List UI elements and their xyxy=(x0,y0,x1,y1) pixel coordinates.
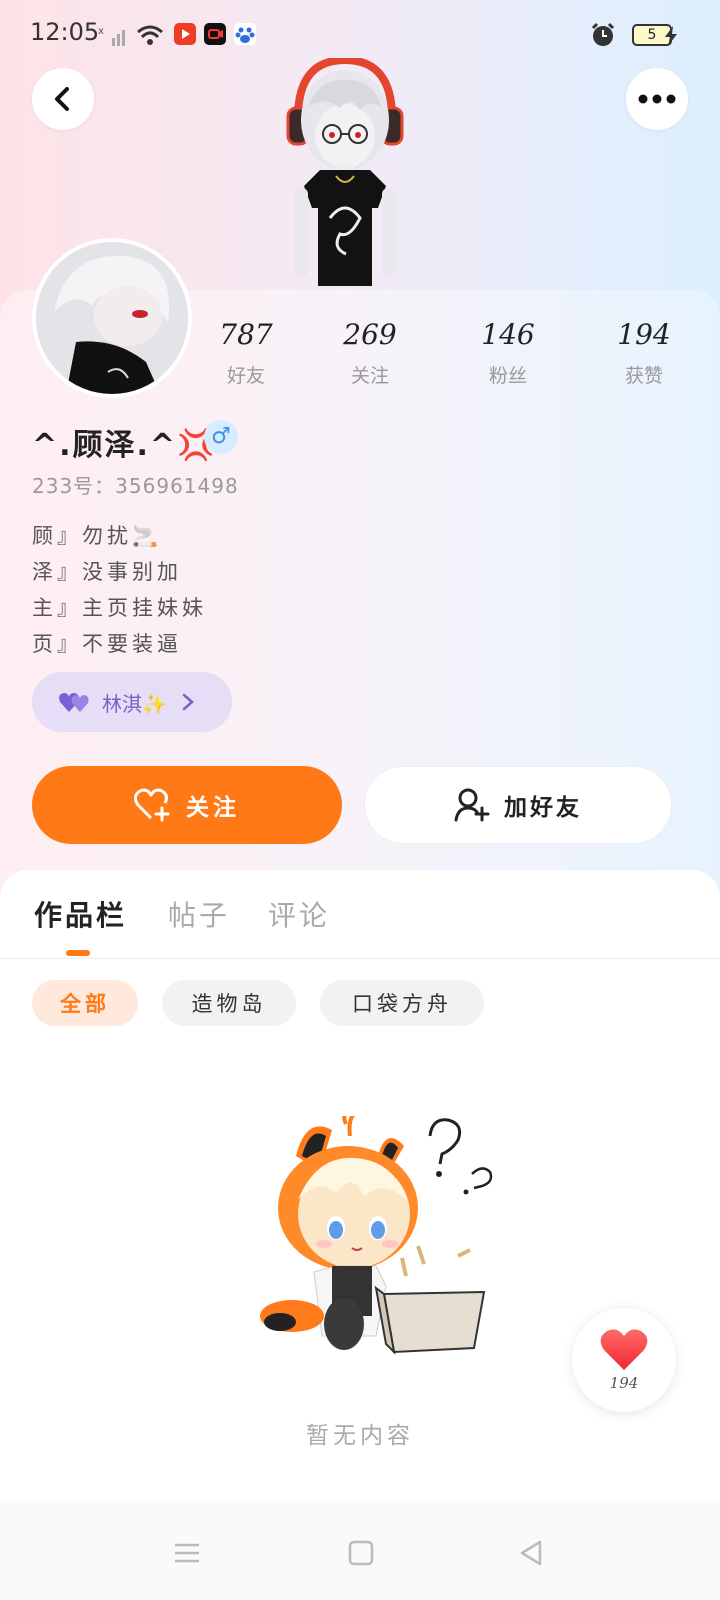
stat-label: 关注 xyxy=(350,365,389,387)
filter-chip-pocket-ark[interactable]: 口袋方舟 xyxy=(320,980,484,1026)
gender-male-icon: ♂ xyxy=(204,420,238,454)
stat-value: 194 xyxy=(617,318,671,351)
tab-comments[interactable]: 评论 xyxy=(268,894,330,934)
home-icon[interactable] xyxy=(348,1540,374,1566)
like-count: 194 xyxy=(609,1374,639,1392)
stat-following[interactable]: 269 关注 xyxy=(310,318,430,388)
recorder-app-icon xyxy=(204,23,226,45)
avatar-character-image xyxy=(286,58,404,286)
video-app-icon xyxy=(174,23,196,45)
stat-label: 好友 xyxy=(226,365,265,387)
more-button[interactable] xyxy=(626,68,688,130)
filter-chip-creation-island[interactable]: 造物岛 xyxy=(162,980,296,1026)
status-time: 12:05 xyxy=(30,18,100,46)
follow-label: 关注 xyxy=(186,795,240,821)
double-heart-icon xyxy=(59,693,89,712)
heart-plus-icon xyxy=(134,788,170,822)
svg-text:x: x xyxy=(98,26,104,37)
stat-value: 787 xyxy=(219,318,273,351)
baidu-app-icon xyxy=(234,23,256,45)
follow-button[interactable]: 关注 xyxy=(32,766,342,844)
intimate-friend-name: 林淇✨ xyxy=(102,691,167,716)
stat-fans[interactable]: 146 粉丝 xyxy=(448,318,568,388)
empty-state-illustration xyxy=(260,1116,493,1355)
system-nav-bar xyxy=(0,1500,720,1600)
stat-value: 269 xyxy=(343,318,397,351)
bio-line: 页』不要装逼 xyxy=(32,632,182,656)
stat-friends[interactable]: 787 好友 xyxy=(186,318,306,388)
bio-line: 顾』勿扰🚬 xyxy=(32,524,163,548)
username: ^.顾泽.^💢 xyxy=(32,428,217,463)
back-nav-icon[interactable] xyxy=(518,1540,544,1566)
add-friend-label: 加好友 xyxy=(504,795,582,821)
heart-icon xyxy=(600,1329,648,1370)
chevron-right-icon xyxy=(182,693,194,711)
stat-label: 获赞 xyxy=(624,365,663,387)
alarm-icon xyxy=(591,22,615,46)
tab-indicator xyxy=(66,950,90,956)
add-friend-button[interactable]: 加好友 xyxy=(364,766,672,844)
filter-chip-all[interactable]: 全部 xyxy=(32,980,138,1026)
stat-likes[interactable]: 194 获赞 xyxy=(584,318,704,388)
empty-state-text: 暂无内容 xyxy=(306,1423,414,1449)
avatar-image xyxy=(36,242,188,394)
bio-line: 泽』没事别加 xyxy=(32,560,182,584)
like-button[interactable]: 194 xyxy=(572,1308,676,1412)
wifi-icon xyxy=(137,25,163,45)
menu-icon[interactable] xyxy=(174,1542,200,1564)
chevron-left-icon xyxy=(55,87,69,111)
stat-label: 粉丝 xyxy=(488,365,527,387)
stat-value: 146 xyxy=(481,318,535,351)
bio-line: 主』主页挂妹妹 xyxy=(32,596,207,620)
signal-x-icon: x xyxy=(98,26,125,46)
charging-icon xyxy=(665,26,677,46)
tab-works[interactable]: 作品栏 xyxy=(34,894,127,934)
more-dots-icon xyxy=(638,94,676,104)
tab-posts[interactable]: 帖子 xyxy=(168,894,230,934)
user-id[interactable]: 233号：356961498 xyxy=(32,470,239,499)
back-button[interactable] xyxy=(32,68,94,130)
divider xyxy=(0,958,720,959)
avatar[interactable] xyxy=(32,238,192,398)
intimate-relation-pill[interactable]: 林淇✨ xyxy=(32,672,232,732)
add-user-icon xyxy=(454,788,490,822)
